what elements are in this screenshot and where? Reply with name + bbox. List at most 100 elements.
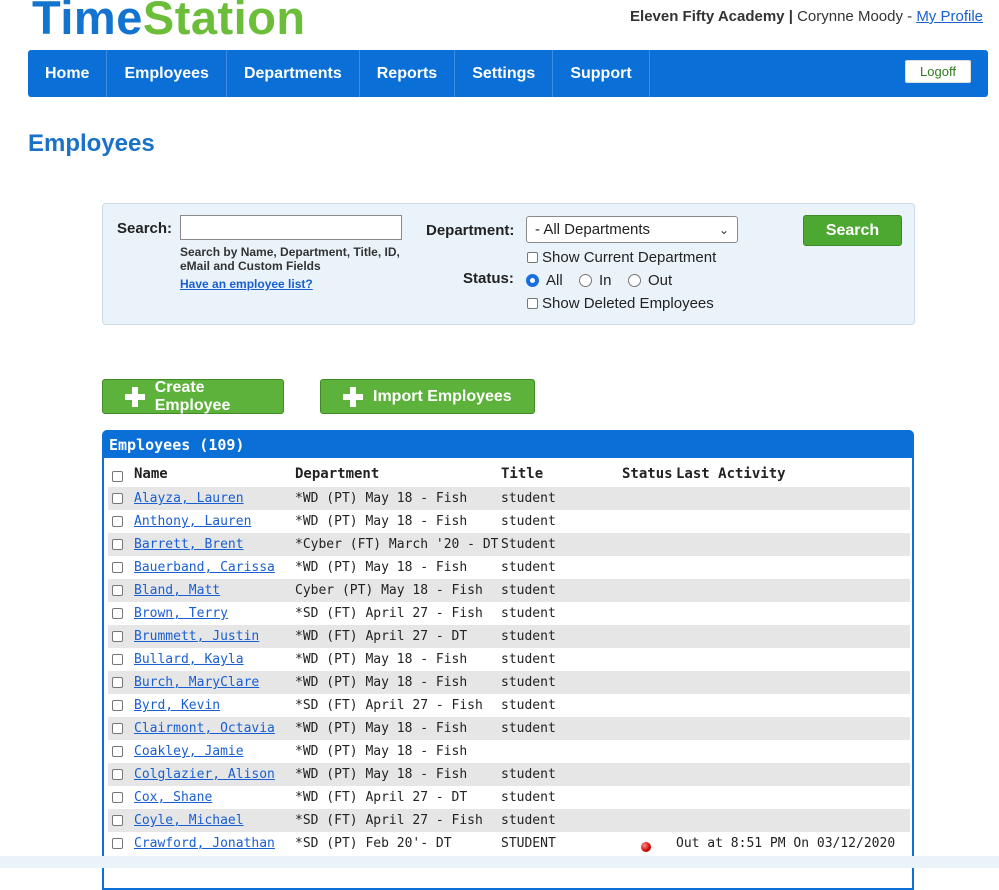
chevron-down-icon: ⌄	[718, 222, 729, 237]
employee-department: *WD (PT) May 18 - Fish	[295, 767, 468, 782]
import-employees-button[interactable]: Import Employees	[320, 379, 535, 414]
my-profile-link[interactable]: My Profile	[916, 8, 983, 25]
plus-icon	[343, 386, 363, 407]
table-row: Anthony, Lauren *WD (PT) May 18 - Fish stu…	[108, 510, 910, 533]
status-in-radio[interactable]	[579, 274, 592, 287]
row-checkbox[interactable]	[112, 493, 123, 504]
nav-support[interactable]: Support	[553, 50, 650, 97]
table-row: Crawford, Jonathan *SD (PT) Feb 20'- DT ST…	[108, 832, 910, 855]
employee-department: *WD (FT) April 27 - DT	[295, 790, 468, 805]
employee-name-link[interactable]: Coyle, Michael	[134, 813, 244, 828]
employee-name-link[interactable]: Barrett, Brent	[134, 537, 244, 552]
show-deleted-checkbox[interactable]	[527, 298, 538, 309]
plus-icon	[125, 386, 145, 407]
table-row: Alayza, Lauren *WD (PT) May 18 - Fish stud…	[108, 487, 910, 510]
row-checkbox[interactable]	[112, 654, 123, 665]
row-checkbox[interactable]	[112, 815, 123, 826]
row-checkbox[interactable]	[112, 792, 123, 803]
employee-name-link[interactable]: Coakley, Jamie	[134, 744, 244, 759]
employee-name-link[interactable]: Brown, Terry	[134, 606, 228, 621]
employee-department: *SD (FT) April 27 - Fish	[295, 698, 483, 713]
select-all-checkbox[interactable]	[112, 471, 123, 482]
search-hint: Search by Name, Department, Title, ID, e…	[180, 245, 400, 273]
show-deleted-option[interactable]: Show Deleted Employees	[527, 295, 714, 312]
row-checkbox[interactable]	[112, 562, 123, 573]
employee-name-link[interactable]: Brummett, Justin	[134, 629, 259, 644]
status-in-option[interactable]: In	[579, 272, 612, 289]
employee-name-link[interactable]: Alayza, Lauren	[134, 491, 244, 506]
employee-department: *SD (FT) April 27 - Fish	[295, 813, 483, 828]
table-column-headers: Name Department Title Status Last Activi…	[104, 464, 912, 486]
column-header-name[interactable]: Name	[134, 466, 168, 482]
department-select-value: - All Departments	[535, 221, 651, 238]
employee-name-link[interactable]: Bauerband, Carissa	[134, 560, 275, 575]
employee-title: student	[501, 491, 556, 506]
row-checkbox[interactable]	[112, 539, 123, 550]
employee-name-link[interactable]: Byrd, Kevin	[134, 698, 220, 713]
employee-department: *WD (PT) May 18 - Fish	[295, 721, 468, 736]
employee-name-link[interactable]: Anthony, Lauren	[134, 514, 251, 529]
nav-reports[interactable]: Reports	[360, 50, 456, 97]
status-all-option[interactable]: All	[526, 272, 563, 289]
row-checkbox[interactable]	[112, 746, 123, 757]
department-select[interactable]: - All Departments ⌄	[526, 216, 738, 243]
search-panel: Search: Search by Name, Department, Titl…	[102, 203, 915, 325]
column-header-department[interactable]: Department	[295, 466, 379, 482]
table-row: Brown, Terry *SD (FT) April 27 - Fish stud…	[108, 602, 910, 625]
column-header-title[interactable]: Title	[501, 466, 543, 482]
table-row: Clairmont, Octavia *WD (PT) May 18 - Fish…	[108, 717, 910, 740]
employee-title: Student	[501, 537, 556, 552]
employee-name-link[interactable]: Clairmont, Octavia	[134, 721, 275, 736]
row-checkbox[interactable]	[112, 769, 123, 780]
table-row: Burch, MaryClare *WD (PT) May 18 - Fish st…	[108, 671, 910, 694]
employee-department: *WD (PT) May 18 - Fish	[295, 744, 468, 759]
employee-name-link[interactable]: Burch, MaryClare	[134, 675, 259, 690]
employee-department: *SD (PT) Feb 20'- DT	[295, 836, 452, 851]
nav-departments[interactable]: Departments	[227, 50, 360, 97]
employee-title: student	[501, 629, 556, 644]
employee-title: student	[501, 606, 556, 621]
row-checkbox[interactable]	[112, 677, 123, 688]
search-button[interactable]: Search	[803, 215, 902, 246]
nav-settings[interactable]: Settings	[455, 50, 554, 97]
column-header-status[interactable]: Status	[622, 466, 673, 482]
employee-name-link[interactable]: Colglazier, Alison	[134, 767, 275, 782]
employee-title: student	[501, 675, 556, 690]
employee-department: *WD (PT) May 18 - Fish	[295, 491, 468, 506]
row-checkbox[interactable]	[112, 723, 123, 734]
search-input[interactable]	[180, 215, 402, 240]
employee-title: student	[501, 652, 556, 667]
employee-name-link[interactable]: Bland, Matt	[134, 583, 220, 598]
employee-title: student	[501, 583, 556, 598]
row-checkbox[interactable]	[112, 585, 123, 596]
status-out-radio[interactable]	[628, 274, 641, 287]
show-current-department-option[interactable]: Show Current Department	[527, 249, 716, 266]
table-row: Byrd, Kevin *SD (FT) April 27 - Fish stude…	[108, 694, 910, 717]
nav-employees[interactable]: Employees	[107, 50, 227, 97]
status-all-radio[interactable]	[526, 274, 539, 287]
row-checkbox[interactable]	[112, 838, 123, 849]
logoff-button[interactable]: Logoff	[905, 60, 971, 83]
row-checkbox[interactable]	[112, 516, 123, 527]
employee-name-link[interactable]: Crawford, Jonathan	[134, 836, 275, 851]
employee-department: *WD (FT) April 27 - DT	[295, 629, 468, 644]
search-label: Search:	[117, 220, 173, 237]
create-employee-button[interactable]: Create Employee	[102, 379, 284, 414]
employee-name-link[interactable]: Bullard, Kayla	[134, 652, 244, 667]
row-checkbox[interactable]	[112, 700, 123, 711]
employee-department: Cyber (PT) May 18 - Fish	[295, 583, 483, 598]
user-name: Corynne Moody	[797, 8, 903, 25]
employee-title: student	[501, 813, 556, 828]
table-row: Bland, Matt Cyber (PT) May 18 - Fish stude…	[108, 579, 910, 602]
show-current-department-checkbox[interactable]	[527, 252, 538, 263]
status-label: Status:	[463, 270, 514, 287]
timestation-logo[interactable]: TimeStation	[32, 0, 306, 48]
row-checkbox[interactable]	[112, 631, 123, 642]
column-header-last-activity[interactable]: Last Activity	[676, 466, 786, 482]
employee-list-link[interactable]: Have an employee list?	[180, 277, 313, 291]
nav-home[interactable]: Home	[28, 50, 108, 97]
employee-title: STUDENT	[501, 836, 556, 851]
status-out-option[interactable]: Out	[628, 272, 672, 289]
employee-name-link[interactable]: Cox, Shane	[134, 790, 212, 805]
row-checkbox[interactable]	[112, 608, 123, 619]
